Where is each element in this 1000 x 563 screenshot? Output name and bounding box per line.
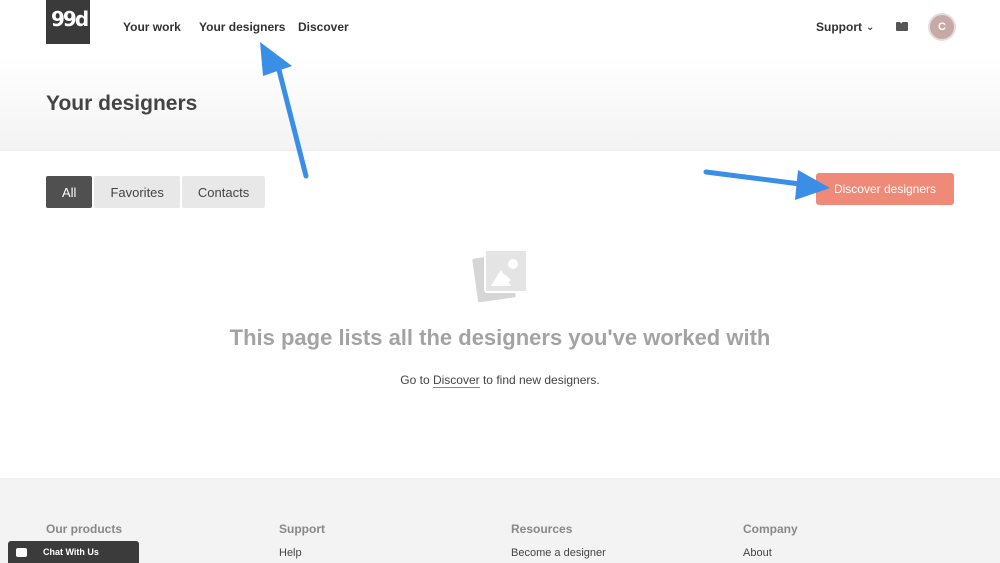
empty-state-heading: This page lists all the designers you've… (229, 325, 771, 350)
filter-tabs: All Favorites Contacts (46, 176, 266, 208)
nav-support-label: Support (816, 20, 862, 34)
chat-with-us-button[interactable]: Chat With Us (8, 541, 139, 563)
top-nav: 99d Your work Your designers Discover Su… (0, 0, 1000, 56)
footer-link-help[interactable]: Help (279, 547, 325, 559)
brand-logo[interactable]: 99d (46, 0, 90, 44)
discover-designers-button[interactable]: Discover designers (816, 173, 954, 205)
empty-state-suffix: to find new designers. (479, 373, 600, 387)
footer-heading: Company (743, 522, 798, 536)
nav-support-menu[interactable]: Support ⌄ (816, 20, 874, 34)
discover-link[interactable]: Discover (432, 373, 480, 388)
chat-label: Chat With Us (43, 547, 99, 557)
footer-column-company: Company About (743, 522, 798, 559)
chevron-down-icon: ⌄ (866, 22, 875, 33)
annotation-arrow-cta (703, 169, 830, 200)
chat-bubble-icon (16, 547, 27, 557)
footer: Our products Support Help Resources Beco… (0, 478, 1000, 563)
image-gallery-icon (472, 249, 528, 303)
tab-contacts[interactable]: Contacts (181, 176, 266, 208)
footer-column-support: Support Help (279, 522, 325, 559)
tab-all[interactable]: All (46, 176, 93, 208)
nav-your-work[interactable]: Your work (123, 20, 181, 34)
nav-discover[interactable]: Discover (298, 20, 349, 34)
footer-link-about[interactable]: About (743, 547, 798, 559)
avatar[interactable]: C (930, 15, 954, 39)
empty-state-text: Go to Discover to find new designers. (0, 373, 1000, 388)
footer-column-resources: Resources Become a designer (511, 522, 606, 559)
nav-your-designers[interactable]: Your designers (199, 20, 285, 34)
footer-heading: Support (279, 522, 325, 536)
tab-favorites[interactable]: Favorites (94, 176, 180, 208)
page-title: Your designers (46, 92, 198, 115)
footer-heading: Our products (46, 522, 123, 536)
empty-state-prefix: Go to (400, 373, 433, 387)
footer-column-products: Our products (46, 522, 122, 536)
mail-icon[interactable] (896, 22, 908, 31)
page-header: Your designers (0, 56, 1000, 151)
footer-link-become-designer[interactable]: Become a designer (511, 547, 606, 559)
footer-heading: Resources (511, 522, 573, 536)
